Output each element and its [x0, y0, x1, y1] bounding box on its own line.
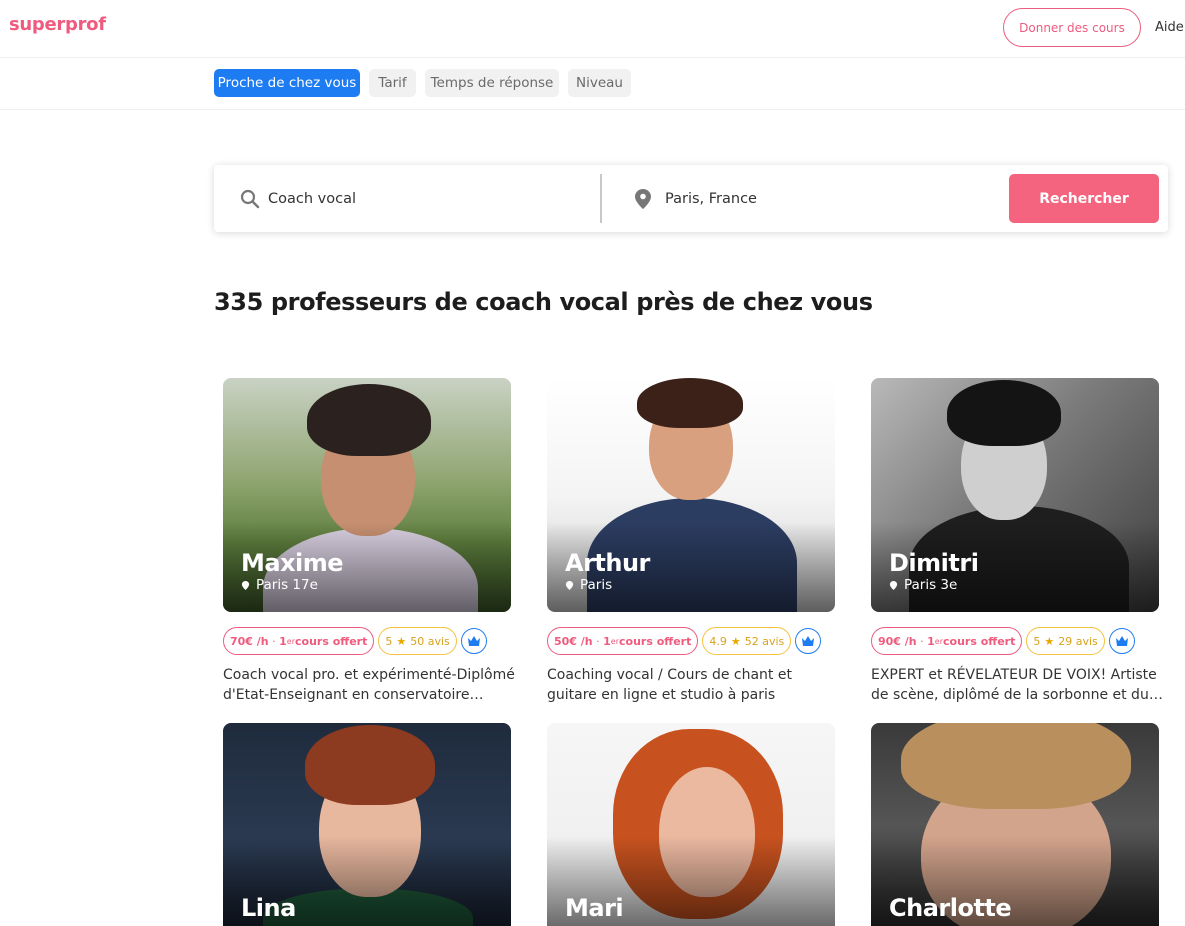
tutor-photo[interactable]: Dimitri Paris 3e — [871, 378, 1159, 612]
tutor-photo[interactable]: Lina — [223, 723, 511, 926]
rating-badge: 5 ★ 50 avis — [378, 627, 457, 655]
star-icon: ★ — [396, 634, 407, 648]
tutor-badges: 50€ /h · 1 er cours offert 4.9 ★ 52 avis — [547, 627, 822, 655]
tutor-name: Arthur — [565, 549, 650, 577]
filter-chip-nearby[interactable]: Proche de chez vous — [214, 69, 360, 97]
star-icon: ★ — [730, 634, 741, 648]
ambassador-badge — [795, 628, 822, 654]
tutor-name: Maxime — [241, 549, 344, 577]
subject-input-value[interactable]: Coach vocal — [268, 191, 356, 207]
price-badge: 50€ /h · 1 er cours offert — [547, 627, 699, 655]
location-pin-icon — [241, 580, 250, 590]
tutor-badges: 90€ /h · 1 er cours offert 5 ★ 29 avis — [871, 627, 1135, 655]
price-badge: 70€ /h · 1 er cours offert — [223, 627, 375, 655]
tutor-badges: 70€ /h · 1 er cours offert 5 ★ 50 avis — [223, 627, 487, 655]
tutor-name: Charlotte — [889, 894, 1012, 922]
filter-chip-price[interactable]: Tarif — [369, 69, 416, 97]
location-pin-icon — [635, 188, 651, 209]
superprof-logo[interactable]: superprof — [9, 14, 106, 35]
tutor-photo[interactable]: Arthur Paris — [547, 378, 835, 612]
tutor-name: Lina — [241, 894, 296, 922]
tutor-card[interactable]: Lina — [223, 723, 511, 926]
crown-icon — [467, 636, 480, 646]
tutor-card[interactable]: Maxime Paris 17e 70€ /h · 1 er cours offe… — [223, 378, 515, 703]
tutor-photo[interactable]: Mari — [547, 723, 835, 926]
tutor-card[interactable]: Dimitri Paris 3e 90€ /h · 1 er cours offe… — [871, 378, 1163, 703]
help-link[interactable]: Aide — [1155, 20, 1184, 35]
tutor-description: Coach vocal pro. et expérimenté-Diplômé … — [223, 667, 515, 703]
tutor-photo[interactable]: Maxime Paris 17e — [223, 378, 511, 612]
rating-badge: 5 ★ 29 avis — [1026, 627, 1105, 655]
location-search-field[interactable]: Paris, France — [635, 165, 995, 232]
give-lessons-button[interactable]: Donner des cours — [1003, 8, 1141, 47]
location-pin-icon — [565, 580, 574, 590]
tutor-card[interactable]: Mari — [547, 723, 835, 926]
tutor-name: Mari — [565, 894, 624, 922]
search-divider — [600, 174, 602, 223]
ambassador-badge — [460, 628, 487, 654]
search-icon — [240, 189, 260, 209]
tutor-card[interactable]: Charlotte — [871, 723, 1159, 926]
price-badge: 90€ /h · 1 er cours offert — [871, 627, 1023, 655]
ambassador-badge — [1108, 628, 1135, 654]
subject-search-field[interactable]: Coach vocal — [240, 165, 590, 232]
crown-icon — [1115, 636, 1128, 646]
results-title: 335 professeurs de coach vocal près de c… — [214, 288, 873, 316]
search-button[interactable]: Rechercher — [1009, 174, 1159, 223]
filter-bar: Proche de chez vous Tarif Temps de répon… — [0, 58, 1185, 110]
tutor-card[interactable]: Arthur Paris 50€ /h · 1 er cours offert 4… — [547, 378, 835, 703]
filter-chip-level[interactable]: Niveau — [568, 69, 631, 97]
top-header: superprof Donner des cours Aide — [0, 0, 1185, 58]
tutor-location: Paris 3e — [889, 577, 957, 593]
tutor-name: Dimitri — [889, 549, 979, 577]
search-box: Coach vocal Paris, France Rechercher — [214, 165, 1168, 232]
tutor-location: Paris 17e — [241, 577, 318, 593]
filter-chip-response-time[interactable]: Temps de réponse — [425, 69, 559, 97]
tutor-description: EXPERT et RÉVELATEUR DE VOIX! Artiste de… — [871, 667, 1163, 703]
location-input-value[interactable]: Paris, France — [665, 191, 757, 207]
tutor-photo[interactable]: Charlotte — [871, 723, 1159, 926]
tutor-location: Paris — [565, 577, 612, 593]
location-pin-icon — [889, 580, 898, 590]
crown-icon — [802, 636, 815, 646]
rating-badge: 4.9 ★ 52 avis — [702, 627, 792, 655]
tutor-city: Paris 3e — [904, 577, 958, 593]
star-icon: ★ — [1044, 634, 1055, 648]
tutor-city: Paris 17e — [256, 577, 318, 593]
tutor-description: Coaching vocal / Cours de chant et guita… — [547, 667, 792, 703]
tutor-city: Paris — [580, 577, 613, 593]
